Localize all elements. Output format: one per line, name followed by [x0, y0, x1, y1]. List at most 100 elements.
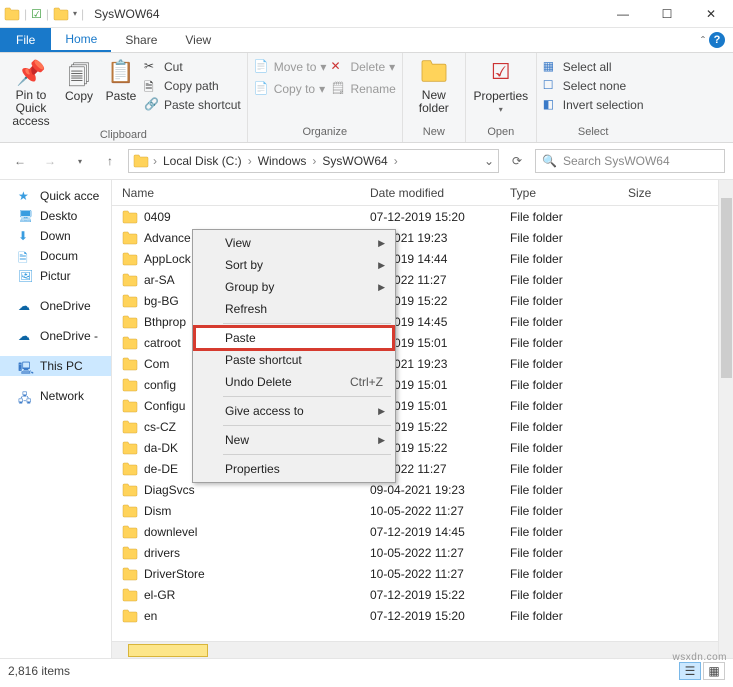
file-name: Com: [144, 357, 169, 371]
file-type: File folder: [510, 546, 628, 560]
file-type: File folder: [510, 231, 628, 245]
invert-selection-button[interactable]: ◧Invert selection: [543, 97, 644, 113]
qat-check-icon[interactable]: ☑: [31, 7, 42, 21]
back-button[interactable]: ←: [8, 149, 32, 173]
up-button[interactable]: ↑: [98, 149, 122, 173]
refresh-button[interactable]: ⟳: [505, 149, 529, 173]
ctx-paste-shortcut[interactable]: Paste shortcut: [195, 349, 393, 371]
nav-downloads[interactable]: ⬇Down: [0, 226, 111, 246]
ctx-refresh[interactable]: Refresh: [195, 298, 393, 320]
title-bar: | ☑ | ▾ | SysWOW64 ― ☐ ✕: [0, 0, 733, 28]
nav-onedrive[interactable]: ☁OneDrive: [0, 296, 111, 316]
ctx-give-access-to[interactable]: Give access to▶: [195, 400, 393, 422]
file-row[interactable]: drivers10-05-2022 11:27File folder: [112, 542, 733, 563]
minimize-button[interactable]: ―: [601, 0, 645, 28]
file-type: File folder: [510, 294, 628, 308]
qat-divider: |: [24, 7, 27, 21]
ctx-sort-by[interactable]: Sort by▶: [195, 254, 393, 276]
new-folder-icon: [418, 59, 450, 87]
group-open-label: Open: [472, 126, 530, 140]
address-dropdown-icon[interactable]: ⌄: [484, 154, 494, 168]
window-title: SysWOW64: [94, 7, 159, 21]
file-date: 07-12-2019 15:22: [370, 588, 510, 602]
nav-desktop[interactable]: 🖥Deskto: [0, 206, 111, 226]
maximize-button[interactable]: ☐: [645, 0, 689, 28]
separator: [223, 425, 391, 426]
breadcrumb[interactable]: Windows: [256, 154, 309, 168]
tab-share[interactable]: Share: [111, 28, 171, 52]
cut-button[interactable]: ✂Cut: [144, 59, 241, 75]
paste-button[interactable]: 📋 Paste: [102, 59, 140, 103]
folder-icon: [122, 525, 138, 539]
file-row[interactable]: el-GR07-12-2019 15:22File folder: [112, 584, 733, 605]
file-type: File folder: [510, 357, 628, 371]
qat-divider: |: [81, 7, 84, 21]
breadcrumb[interactable]: Local Disk (C:): [161, 154, 244, 168]
copy-path-button[interactable]: 🗎Copy path: [144, 78, 241, 94]
nav-network[interactable]: 🖧Network: [0, 386, 111, 406]
pin-quick-access-button[interactable]: 📌 Pin to Quick access: [6, 59, 56, 129]
column-date[interactable]: Date modified: [370, 186, 510, 200]
column-type[interactable]: Type: [510, 186, 628, 200]
file-name: en: [144, 609, 157, 623]
forward-button[interactable]: →: [38, 149, 62, 173]
new-folder-label: New folder: [409, 89, 459, 115]
shortcut-label: Ctrl+Z: [350, 375, 383, 389]
scrollbar-thumb[interactable]: [721, 198, 732, 378]
copy-to-button[interactable]: 📄Copy to ▾: [254, 81, 327, 97]
file-type: File folder: [510, 273, 628, 287]
new-folder-button[interactable]: New folder: [409, 59, 459, 115]
close-button[interactable]: ✕: [689, 0, 733, 28]
nav-documents[interactable]: 🗎Docum: [0, 246, 111, 266]
tab-home[interactable]: Home: [51, 28, 111, 52]
ctx-group-by[interactable]: Group by▶: [195, 276, 393, 298]
file-row[interactable]: DriverStore10-05-2022 11:27File folder: [112, 563, 733, 584]
nav-pictures[interactable]: 🖼Pictur: [0, 266, 111, 286]
select-all-button[interactable]: ▦Select all: [543, 59, 644, 75]
icons-view-button[interactable]: ▦: [703, 662, 725, 680]
recent-locations-button[interactable]: ▾: [68, 149, 92, 173]
nav-this-pc[interactable]: 🖳This PC: [0, 356, 111, 376]
ctx-view[interactable]: View▶: [195, 232, 393, 254]
ctx-paste[interactable]: Paste: [195, 327, 393, 349]
file-date: 10-05-2022 11:27: [370, 567, 510, 581]
horizontal-scrollbar[interactable]: [112, 641, 718, 658]
select-none-button[interactable]: ☐Select none: [543, 78, 644, 94]
ribbon: 📌 Pin to Quick access 🗐 Copy 📋 Paste ✂Cu…: [0, 53, 733, 143]
properties-button[interactable]: ☑ Properties ▾: [472, 59, 530, 114]
search-icon: 🔍: [542, 154, 557, 168]
ctx-new[interactable]: New▶: [195, 429, 393, 451]
delete-button[interactable]: ✕Delete ▾: [330, 59, 395, 75]
move-to-button[interactable]: 📄Move to ▾: [254, 59, 327, 75]
ribbon-collapse-icon[interactable]: ˆ: [701, 34, 705, 48]
tab-file[interactable]: File: [0, 28, 51, 52]
qat-dropdown-icon[interactable]: ▾: [73, 9, 77, 18]
file-row[interactable]: downlevel07-12-2019 14:45File folder: [112, 521, 733, 542]
folder-icon: [4, 6, 20, 22]
tab-view[interactable]: View: [171, 28, 225, 52]
vertical-scrollbar[interactable]: [718, 180, 733, 658]
file-row[interactable]: Dism10-05-2022 11:27File folder: [112, 500, 733, 521]
breadcrumb[interactable]: SysWOW64: [320, 154, 389, 168]
chevron-right-icon: ▶: [378, 260, 385, 271]
help-icon[interactable]: ?: [709, 32, 725, 48]
file-row[interactable]: en07-12-2019 15:20File folder: [112, 605, 733, 626]
file-type: File folder: [510, 588, 628, 602]
address-bar[interactable]: › Local Disk (C:) › Windows › SysWOW64 ›…: [128, 149, 499, 173]
nav-quick-access[interactable]: ★Quick acce: [0, 186, 111, 206]
chevron-right-icon: ▶: [378, 238, 385, 249]
file-name: Bthprop: [144, 315, 186, 329]
column-headers: Name Date modified Type Size: [112, 180, 733, 206]
ctx-undo-delete[interactable]: Undo DeleteCtrl+Z: [195, 371, 393, 393]
nav-onedrive-personal[interactable]: ☁OneDrive -: [0, 326, 111, 346]
folder-icon: [122, 294, 138, 308]
paste-shortcut-button[interactable]: 🔗Paste shortcut: [144, 97, 241, 113]
copy-button[interactable]: 🗐 Copy: [60, 59, 98, 103]
scrollbar-thumb[interactable]: [128, 644, 208, 657]
details-view-button[interactable]: ☰: [679, 662, 701, 680]
rename-button[interactable]: 🗒Rename: [330, 81, 395, 97]
ctx-properties[interactable]: Properties: [195, 458, 393, 480]
search-input[interactable]: 🔍 Search SysWOW64: [535, 149, 725, 173]
file-row[interactable]: 040907-12-2019 15:20File folder: [112, 206, 733, 227]
column-name[interactable]: Name: [112, 186, 370, 200]
